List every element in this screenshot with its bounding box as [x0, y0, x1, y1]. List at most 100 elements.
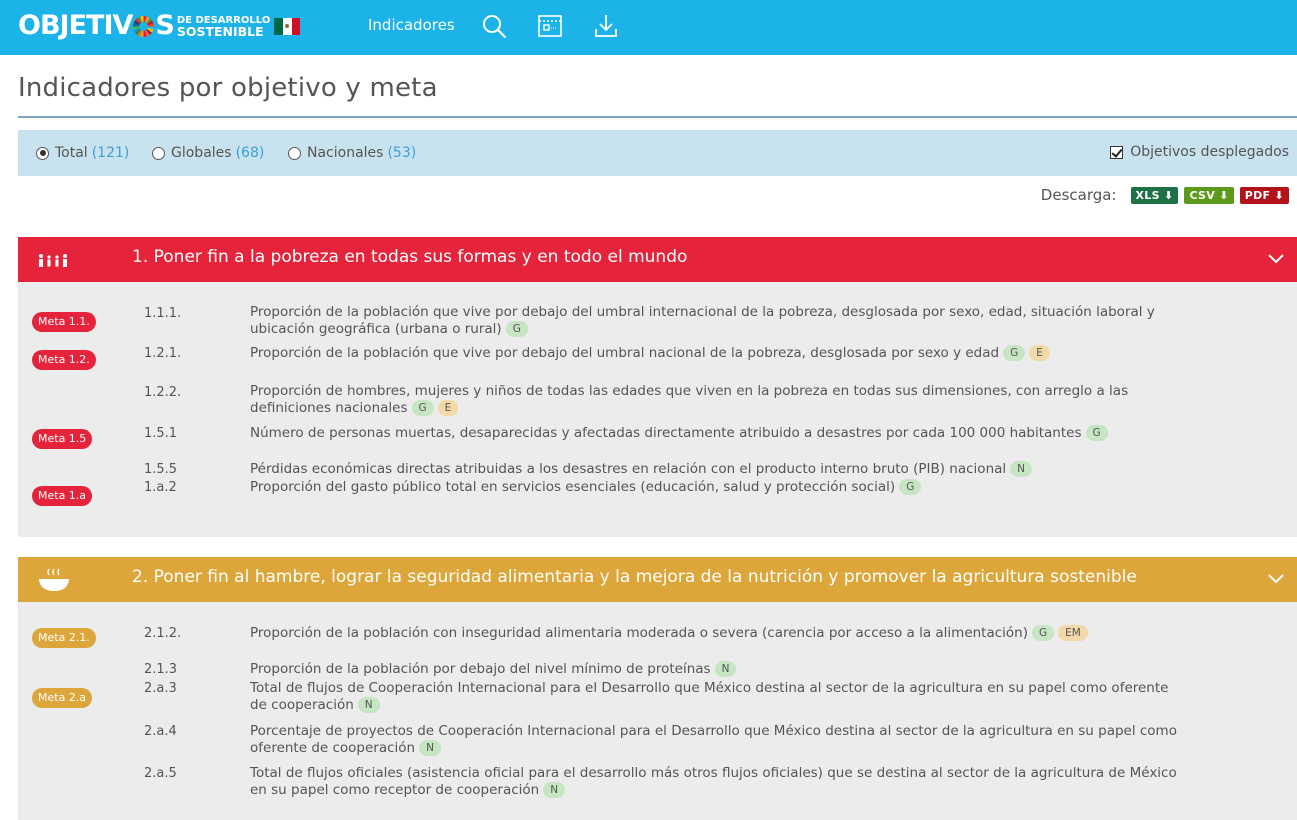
indicator-text-line: Proporción de la población por debajo de…: [250, 661, 711, 677]
mexico-flag-icon: [274, 17, 301, 35]
indicator-text-line: Total de flujos de Cooperación Internaci…: [250, 680, 1169, 696]
meta-badge[interactable]: Meta 1.2.: [32, 350, 96, 370]
family-icon: [39, 254, 67, 267]
download-xls-button[interactable]: XLS ⬇: [1130, 186, 1179, 204]
nav-indicadores-link[interactable]: Indicadores: [368, 16, 455, 34]
tag-nacional: N: [419, 740, 441, 756]
indicator-text-line: Número de personas muertas, desaparecida…: [250, 425, 1082, 441]
filter-globales-radio[interactable]: Globales (68): [152, 145, 264, 161]
meta-badge[interactable]: Meta 2.1.: [32, 628, 96, 648]
indicator-text-line: definiciones nacionales: [250, 400, 408, 416]
goal-2-body: Meta 2.1. Meta 2.a 2.1.2. Proporción de …: [18, 602, 1297, 820]
filter-nacionales-label: Nacionales: [307, 145, 384, 161]
filter-total-label: Total: [55, 145, 88, 161]
tag-nacional: N: [714, 661, 737, 677]
goal-1-body: Meta 1.1. Meta 1.2. Meta 1.5 Meta 1.a 1.…: [18, 282, 1297, 537]
logo-text-right: S: [155, 10, 174, 41]
logo-text-left: OBJETIV: [18, 10, 133, 41]
objetivos-desplegados-label: Objetivos desplegados: [1130, 144, 1289, 160]
filter-total-radio[interactable]: Total (121): [36, 145, 129, 161]
indicator-code: 2.a.4: [144, 724, 177, 739]
filter-globales-count: (68): [235, 145, 265, 161]
tag-global: G: [505, 321, 528, 337]
filter-nacionales-radio[interactable]: Nacionales (53): [288, 145, 416, 161]
indicator-text-line: Porcentaje de proyectos de Cooperación I…: [250, 723, 1177, 739]
tag-nacional: N: [1010, 461, 1033, 477]
indicator-text-line: Pérdidas económicas directas atribuidas …: [250, 461, 1007, 477]
tag-global: G: [899, 479, 922, 495]
indicator-text-line: ubicación geográfica (urbana o rural): [250, 321, 502, 337]
download-bar: Descarga: XLS ⬇ CSV ⬇ PDF ⬇: [1041, 186, 1289, 204]
indicator-code: 2.1.3: [144, 662, 178, 677]
objetivos-desplegados-checkbox[interactable]: Objetivos desplegados: [1110, 144, 1289, 160]
title-divider: [18, 116, 1297, 118]
filter-total-count: (121): [91, 145, 130, 161]
indicator-text[interactable]: Total de flujos oficiales (asistencia of…: [250, 765, 1297, 799]
indicator-text-line: Proporción de la población con insegurid…: [250, 625, 1029, 641]
tag-estatal-municipal: EM: [1058, 625, 1088, 641]
filter-nacionales-count: (53): [387, 145, 417, 161]
indicator-text[interactable]: Pérdidas económicas directas atribuidas …: [250, 461, 1290, 478]
indicator-code: 1.1.1.: [144, 306, 182, 321]
indicator-text[interactable]: Proporción de la población con insegurid…: [250, 625, 1297, 642]
meta-badge[interactable]: Meta 1.1.: [32, 312, 96, 332]
sdg-logo[interactable]: OBJETIV S DE DESARROLLO SOSTENIBLE: [18, 10, 301, 41]
logo-subtitle-bottom: SOSTENIBLE: [176, 24, 264, 39]
tag-estatal: E: [437, 400, 459, 416]
tag-nacional: N: [543, 782, 566, 798]
meta-badge[interactable]: Meta 2.a: [32, 688, 93, 708]
goal-2-header[interactable]: 2. Poner fin al hambre, lograr la seguri…: [18, 557, 1297, 602]
download-icon[interactable]: [592, 12, 620, 40]
indicator-code: 1.2.2.: [144, 385, 182, 400]
tag-nacional: N: [357, 697, 380, 713]
indicator-text-line: Total de flujos oficiales (asistencia of…: [250, 765, 1177, 781]
goal-1-title: 1. Poner fin a la pobreza en todas sus f…: [132, 247, 688, 267]
indicator-code: 1.2.1.: [144, 346, 182, 361]
indicator-text-line: Proporción de la población que vive por …: [250, 304, 1155, 320]
indicator-text[interactable]: Proporción de la población que vive por …: [250, 304, 1290, 338]
indicator-text[interactable]: Porcentaje de proyectos de Cooperación I…: [250, 723, 1297, 757]
filter-globales-label: Globales: [171, 145, 232, 161]
indicator-text-line: de cooperación: [250, 697, 354, 713]
meta-badge[interactable]: Meta 1.5: [32, 429, 93, 449]
download-label: Descarga:: [1040, 186, 1117, 204]
radio-selected-icon: [36, 146, 49, 160]
indicator-code: 2.1.2.: [144, 626, 182, 641]
indicator-text[interactable]: Total de flujos de Cooperación Internaci…: [250, 680, 1297, 714]
indicator-text[interactable]: Proporción del gasto público total en se…: [250, 479, 1290, 496]
checkbox-checked-icon: [1110, 145, 1124, 159]
radio-unselected-icon: [152, 146, 165, 160]
indicator-text-line: Proporción de la población que vive por …: [250, 345, 1000, 361]
tag-estatal: E: [1029, 345, 1050, 361]
goal-1-header[interactable]: 1. Poner fin a la pobreza en todas sus f…: [18, 237, 1297, 282]
logo-subtitle: DE DESARROLLO SOSTENIBLE: [176, 15, 270, 39]
indicator-text-line: oferente de cooperación: [250, 740, 416, 756]
indicator-code: 2.a.3: [144, 681, 177, 696]
indicator-text[interactable]: Proporción de la población que vive por …: [250, 345, 1290, 362]
download-csv-button[interactable]: CSV ⬇: [1184, 186, 1234, 204]
indicator-code: 2.a.5: [144, 766, 177, 781]
indicator-text-line: Proporción de hombres, mujeres y niños d…: [250, 383, 1129, 399]
goal-2-title: 2. Poner fin al hambre, lograr la seguri…: [132, 567, 1137, 587]
radio-unselected-icon: [288, 146, 301, 160]
indicator-text[interactable]: Proporción de hombres, mujeres y niños d…: [250, 383, 1290, 417]
tag-global: G: [1032, 625, 1055, 641]
indicator-text[interactable]: Número de personas muertas, desaparecida…: [250, 425, 1290, 442]
indicator-code: 1.a.2: [144, 480, 177, 495]
bowl-icon: [39, 568, 69, 591]
chevron-down-icon[interactable]: [1267, 573, 1285, 585]
filter-bar: Total (121) Globales (68) Nacionales (53…: [18, 130, 1297, 176]
search-icon[interactable]: [480, 12, 508, 40]
indicator-text-line: en su papel como receptor de cooperación: [250, 782, 540, 798]
meta-badge[interactable]: Meta 1.a: [32, 486, 93, 506]
download-pdf-button[interactable]: PDF ⬇: [1239, 186, 1289, 204]
tag-global: G: [1085, 425, 1108, 441]
chevron-down-icon[interactable]: [1267, 253, 1285, 265]
top-navigation-bar: OBJETIV S DE DESARROLLO SOSTENIBLE Indic…: [0, 0, 1297, 55]
indicator-code: 1.5.1: [144, 426, 178, 441]
tag-global: G: [411, 400, 434, 416]
sdg-wheel-icon: [133, 15, 155, 37]
indicator-text[interactable]: Proporción de la población por debajo de…: [250, 661, 1297, 678]
calendar-icon[interactable]: [536, 12, 564, 40]
page-title: Indicadores por objetivo y meta: [18, 73, 438, 103]
